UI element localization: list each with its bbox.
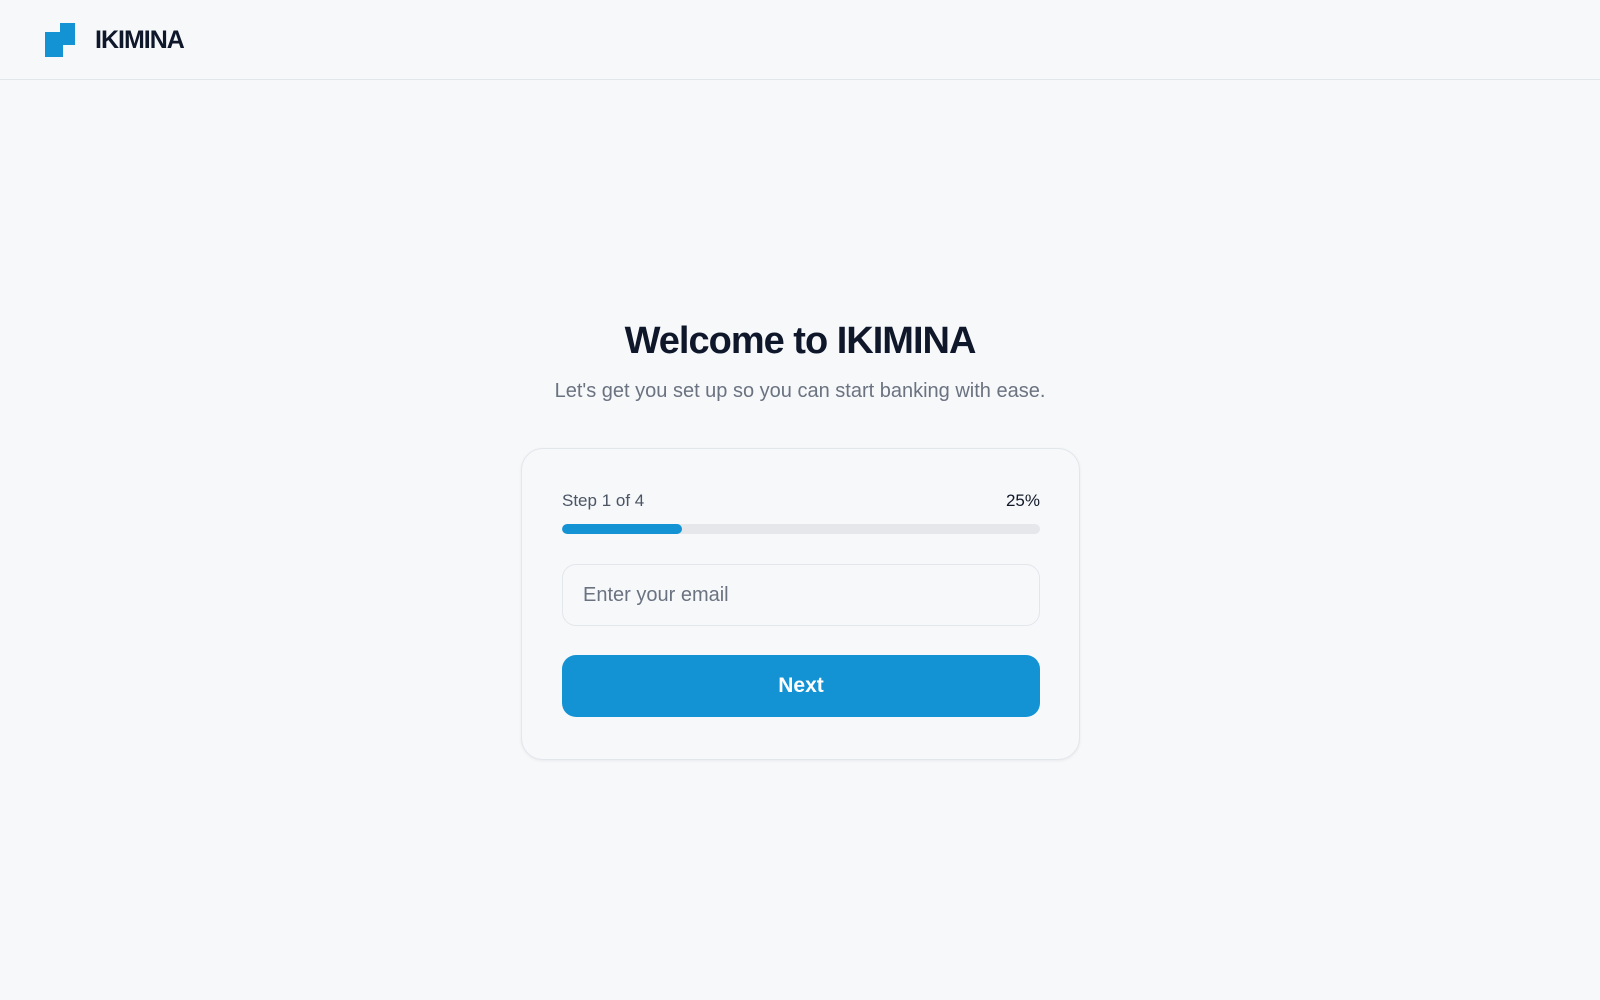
next-button[interactable]: Next (562, 655, 1040, 717)
progress-percent: 25% (1005, 491, 1040, 510)
step-label: Step 1 of 4 (562, 491, 645, 510)
email-field[interactable] (562, 564, 1040, 626)
ikimina-logo-icon (45, 23, 75, 57)
top-bar: IKIMINA (0, 0, 1600, 80)
page-subtitle: Let's get you set up so you can start ba… (554, 380, 1046, 402)
page-title: Welcome to IKIMINA (624, 320, 977, 362)
step-indicator: Step 1 of 4 25% (562, 491, 1040, 513)
brand-name: IKIMINA (95, 25, 185, 54)
brand[interactable]: IKIMINA (45, 23, 185, 57)
onboarding-card: Step 1 of 4 25% Next (521, 448, 1080, 760)
main-content: Welcome to IKIMINA Let's get you set up … (0, 80, 1600, 1000)
progress-bar-fill (562, 524, 682, 534)
progress-bar (562, 524, 1040, 534)
